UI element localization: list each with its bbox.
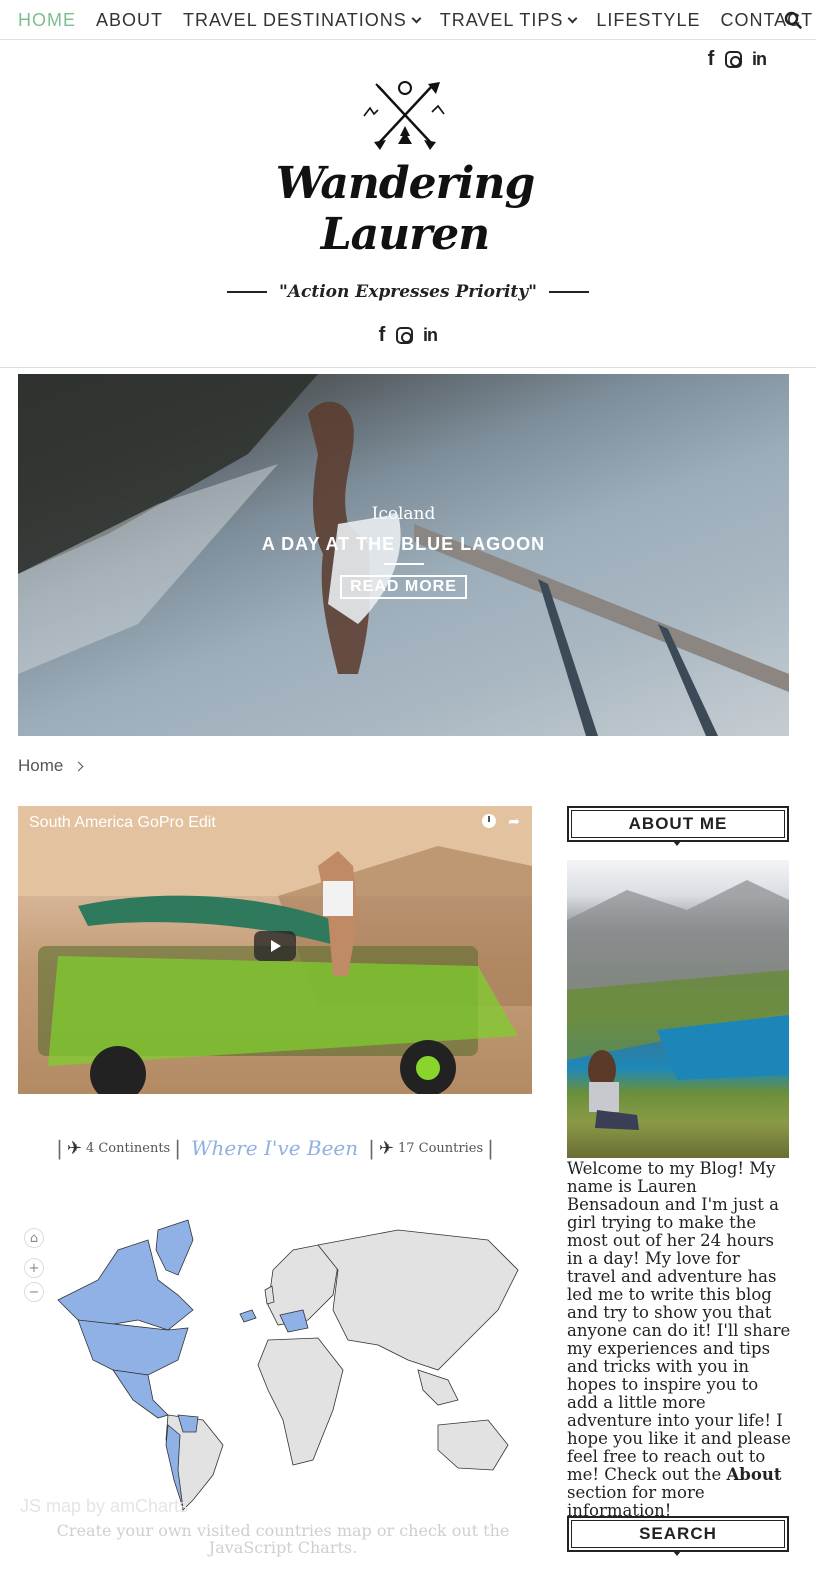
divider: [226, 291, 267, 293]
nav-item-label: HOME: [18, 9, 76, 30]
nav-item-travel-destinations[interactable]: TRAVEL DESTINATIONS: [183, 9, 422, 31]
divider: [0, 367, 816, 368]
header-social-links: f in: [705, 48, 768, 71]
profile-photo: [567, 880, 789, 1130]
nav-item-about[interactable]: ABOUT: [96, 10, 163, 31]
chevron-down-icon: [411, 13, 422, 23]
chevron-down-icon: [567, 13, 578, 23]
search-title: SEARCH: [639, 1524, 717, 1543]
divider: [549, 291, 590, 293]
airplane-icon: ✈: [378, 1137, 394, 1159]
linkedin-icon[interactable]: in: [421, 325, 439, 346]
watch-later-icon[interactable]: [482, 814, 497, 828]
video-player[interactable]: South America GoPro Edit ➦: [18, 806, 532, 1094]
about-link[interactable]: About: [727, 1465, 782, 1484]
nav-item-label: LIFESTYLE: [596, 9, 701, 30]
map-note[interactable]: Create your own visited countries map or…: [18, 1522, 548, 1556]
hero-slide[interactable]: Iceland A DAY AT THE BLUE LAGOON READ MO…: [18, 374, 789, 736]
crossed-arrows-logo-icon: [363, 81, 445, 150]
zoom-in-icon[interactable]: +: [24, 1258, 44, 1278]
zoom-out-icon[interactable]: −: [24, 1282, 44, 1302]
where-ive-been-title: Where I've Been: [190, 1136, 359, 1160]
read-more-button[interactable]: READ MORE: [340, 575, 467, 599]
nav-item-label: TRAVEL TIPS: [439, 9, 564, 30]
airplane-icon: ✈: [66, 1137, 82, 1159]
where-ive-been-header: | ✈ 4 Continents | Where I've Been | ✈ 1…: [18, 1136, 532, 1160]
search-widget-title: SEARCH: [567, 1516, 789, 1556]
video-actions: ➦: [482, 814, 520, 830]
about-me-photo: [567, 860, 789, 1158]
video-title[interactable]: South America GoPro Edit: [29, 814, 216, 832]
divider: |: [368, 1136, 375, 1160]
visited-countries-map[interactable]: ⌂ + −: [18, 1210, 532, 1530]
share-icon[interactable]: ➦: [508, 814, 520, 830]
nav-item-travel-tips[interactable]: TRAVEL TIPS: [439, 9, 578, 31]
nav-menu: HOME ABOUT TRAVEL DESTINATIONS TRAVEL TIPS L…: [18, 0, 816, 40]
facebook-icon[interactable]: f: [705, 48, 717, 71]
map-credit-link[interactable]: JS map by amCharts: [20, 1496, 188, 1517]
hero-title[interactable]: A DAY AT THE BLUE LAGOON: [18, 534, 789, 555]
nav-item-lifestyle[interactable]: LIFESTYLE: [596, 10, 700, 31]
about-me-body: Welcome to my Blog! My name is Lauren Be…: [567, 1159, 791, 1484]
divider: |: [56, 1136, 63, 1160]
chevron-right-icon: [73, 761, 84, 771]
divider: |: [487, 1136, 494, 1160]
title-underline: [383, 563, 424, 565]
breadcrumb: Home: [18, 756, 84, 776]
hero-caption: Iceland A DAY AT THE BLUE LAGOON READ MO…: [18, 504, 789, 599]
continents-count: 4 Continents: [85, 1140, 171, 1156]
breadcrumb-home[interactable]: Home: [18, 756, 63, 776]
nav-item-label: TRAVEL DESTINATIONS: [183, 9, 407, 30]
world-map: [57, 1219, 519, 1511]
countries-count: 17 Countries: [397, 1140, 484, 1156]
top-navigation: HOME ABOUT TRAVEL DESTINATIONS TRAVEL TIPS L…: [0, 0, 816, 40]
about-me-text: Welcome to my Blog! My name is Lauren Be…: [567, 1160, 793, 1520]
linkedin-icon[interactable]: in: [750, 49, 768, 70]
tagline: "Action Expresses Priority": [278, 282, 538, 302]
about-me-title: ABOUT ME: [628, 814, 728, 833]
search-icon[interactable]: [784, 11, 802, 29]
about-me-widget-title: ABOUT ME: [567, 806, 789, 846]
nav-item-label: ABOUT: [96, 9, 164, 30]
site-name: Wandering Lauren: [275, 158, 536, 260]
center-social-links: f in: [376, 324, 439, 347]
play-button[interactable]: [254, 931, 296, 961]
hero-category[interactable]: Iceland: [18, 504, 789, 524]
tagline-row: "Action Expresses Priority": [0, 282, 816, 302]
nav-item-home[interactable]: HOME: [18, 10, 76, 31]
site-logo[interactable]: Wandering Lauren: [250, 78, 560, 260]
instagram-icon[interactable]: [725, 51, 742, 68]
instagram-icon[interactable]: [396, 327, 413, 344]
home-icon[interactable]: ⌂: [24, 1228, 44, 1248]
facebook-icon[interactable]: f: [376, 324, 388, 347]
about-me-tail: section for more information!: [567, 1483, 705, 1520]
divider: |: [174, 1136, 181, 1160]
